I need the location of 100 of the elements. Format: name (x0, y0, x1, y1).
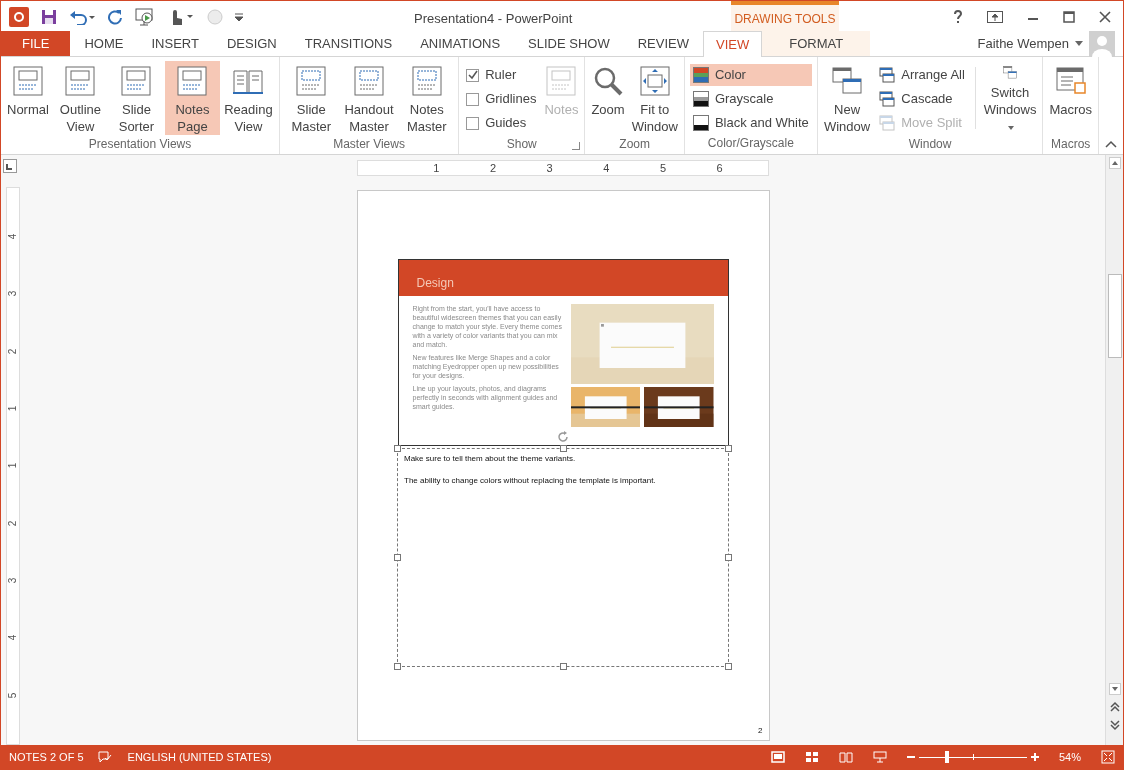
dialog-launcher-icon[interactable] (572, 142, 581, 150)
ribbon-button[interactable]: Macros (1046, 61, 1095, 135)
page-layout-icon (64, 65, 97, 97)
projector-icon[interactable] (872, 751, 887, 763)
ribbon-button[interactable]: Outline View (52, 61, 108, 135)
ribbon-display-icon[interactable] (987, 10, 1003, 23)
resize-handle[interactable] (394, 663, 401, 670)
ribbon-tab[interactable]: REVIEW (623, 31, 703, 56)
previous-slide-icon[interactable] (1109, 701, 1120, 713)
ribbon-button[interactable]: Notes Master (398, 61, 456, 135)
fit-slide-icon[interactable] (1101, 750, 1115, 764)
ruler-number: 3 (6, 577, 20, 584)
group-label: Color/Grayscale (707, 135, 794, 152)
resize-handle[interactable] (725, 554, 732, 561)
scroll-down-icon[interactable] (1108, 683, 1121, 695)
group-label: Master Views (333, 136, 405, 153)
zoom-in-icon[interactable] (1030, 753, 1039, 761)
save-icon[interactable] (41, 8, 57, 25)
windows-icon (831, 65, 864, 97)
checkbox-label: Guides (485, 114, 527, 133)
ruler-number: 4 (6, 233, 20, 240)
ribbon-tab[interactable]: FILE (1, 31, 71, 56)
ribbon-button[interactable]: Grayscale (689, 88, 812, 110)
group-label: Window (908, 136, 952, 153)
resize-handle[interactable] (560, 445, 567, 452)
zoom-level[interactable]: 54% (1058, 748, 1081, 766)
ruler-number: 1 (6, 405, 20, 412)
slideshow-icon[interactable] (135, 7, 155, 26)
scroll-up-icon[interactable] (1108, 157, 1121, 169)
close-icon[interactable] (1099, 10, 1111, 23)
vertical-scrollbar[interactable] (1105, 155, 1123, 745)
zoom-slider[interactable] (918, 751, 1027, 763)
ribbon-button[interactable]: Handout Master (340, 61, 398, 135)
ribbon-button[interactable]: Slide Master (282, 61, 340, 135)
customize-toolbar-icon[interactable] (235, 11, 243, 22)
ribbon-button[interactable]: Cascade (876, 88, 968, 110)
maximize-icon[interactable] (1063, 10, 1075, 23)
ribbon-tab[interactable]: SLIDE SHOW (514, 31, 624, 56)
ribbon-button[interactable]: Fit to Window (628, 61, 681, 135)
resize-handle[interactable] (394, 445, 401, 452)
group-label: Zoom (619, 136, 650, 153)
user-name[interactable]: Faithe Wempen (977, 33, 1069, 54)
page-layout-icon (176, 65, 209, 97)
ribbon-button[interactable]: Color (689, 64, 812, 86)
ribbon-tab[interactable]: TRANSITIONS (290, 31, 407, 56)
next-slide-icon[interactable] (1109, 719, 1120, 731)
ribbon-button[interactable]: Black and White (689, 112, 812, 134)
group-label: Presentation Views (88, 136, 192, 153)
notes-placeholder[interactable]: Make sure to tell them about the theme variants. The ability to change colors without replacing the template is important. (397, 448, 729, 667)
spelling-check-icon[interactable] (97, 751, 112, 763)
page-layout-icon (11, 65, 44, 97)
ruler-number: 5 (659, 160, 666, 176)
ribbon-tab[interactable]: INSERT (137, 31, 213, 56)
checkbox-label: Gridlines (485, 90, 537, 109)
grid-view-icon[interactable] (804, 751, 819, 763)
checkbox[interactable] (466, 116, 480, 130)
ribbon-button[interactable]: Normal (4, 61, 52, 135)
macro-sheet-icon (1054, 65, 1087, 97)
ribbon-button[interactable]: Notes Page (164, 61, 220, 135)
zoom-out-icon[interactable] (906, 753, 915, 761)
tab-selector-icon[interactable] (3, 159, 17, 173)
ribbon-button[interactable]: Zoom (588, 61, 628, 135)
ribbon-tab[interactable]: FORMAT (762, 31, 871, 56)
windows-icon (879, 115, 896, 131)
ribbon-tab[interactable]: ANIMATIONS (406, 31, 515, 56)
checkbox[interactable] (466, 92, 480, 106)
caret-icon[interactable] (1075, 41, 1083, 46)
ribbon-button[interactable]: Switch Windows (980, 61, 1040, 135)
ruler-number: 4 (603, 160, 610, 176)
checkbox[interactable] (466, 68, 480, 82)
collapse-ribbon-icon[interactable] (1105, 140, 1117, 148)
resize-handle[interactable] (725, 445, 732, 452)
ribbon-tab[interactable]: HOME (70, 31, 138, 56)
redo-icon[interactable] (107, 8, 123, 25)
notes-text: The ability to change colors without replacing the template is important. (404, 475, 657, 486)
page-layout-icon (120, 65, 153, 97)
ruler-number: 4 (6, 635, 20, 641)
ribbon-button[interactable]: Reading View (220, 61, 276, 135)
slide-counter: NOTES 2 OF 5 (9, 749, 84, 765)
language-indicator[interactable]: ENGLISH (UNITED STATES) (127, 748, 272, 766)
ribbon-button[interactable]: Slide Sorter (108, 61, 164, 135)
ribbon-tab[interactable]: VIEW (703, 31, 763, 57)
scroll-thumb[interactable] (1107, 274, 1122, 358)
resize-handle[interactable] (725, 663, 732, 670)
notes-view-icon[interactable] (770, 751, 785, 763)
checkbox-label: Ruler (485, 66, 517, 85)
undo-icon[interactable] (69, 8, 95, 25)
ruler-number: 1 (433, 160, 440, 176)
zoom-slider-thumb[interactable] (945, 751, 950, 763)
help-icon[interactable] (953, 9, 963, 24)
ribbon-button[interactable]: Arrange All (876, 64, 968, 86)
ruler-number: 3 (6, 291, 20, 297)
resize-handle[interactable] (560, 663, 567, 670)
book-icon[interactable] (838, 751, 853, 763)
resize-handle[interactable] (394, 554, 401, 561)
ribbon-button[interactable]: New Window (820, 61, 874, 135)
rotate-handle-icon[interactable] (556, 430, 570, 444)
ribbon-tab[interactable]: DESIGN (212, 31, 291, 56)
search-icon (592, 65, 624, 97)
page-layout-icon (410, 65, 443, 97)
